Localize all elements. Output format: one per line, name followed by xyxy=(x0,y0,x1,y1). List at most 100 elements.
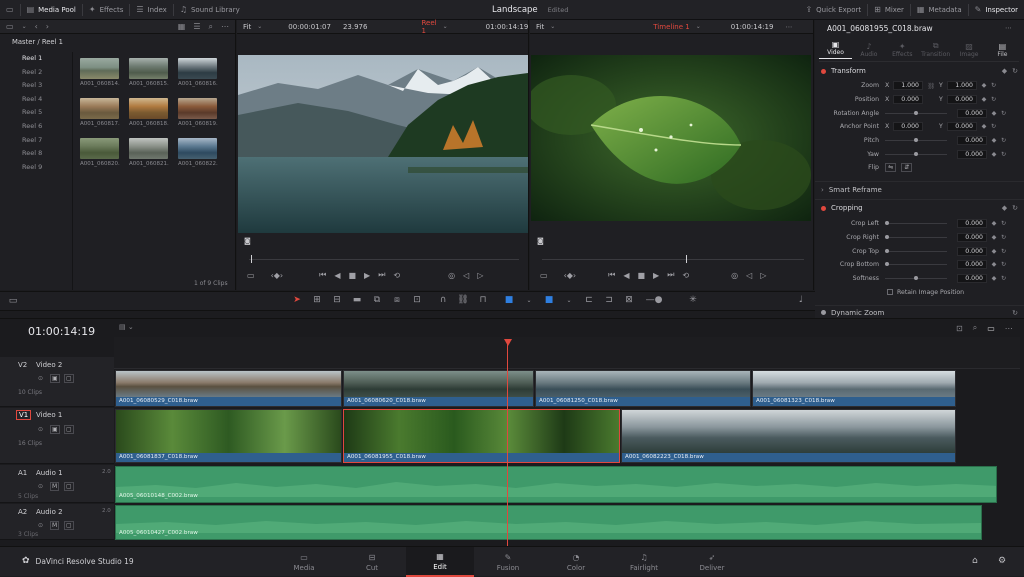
blade-tool-icon[interactable]: ▬ xyxy=(350,295,364,305)
last-frame-icon[interactable]: ⏭ xyxy=(378,270,385,280)
timeline-clip-selected[interactable]: A001_06081955_C018.braw xyxy=(343,409,620,463)
more-options-icon[interactable]: ⋯ xyxy=(1005,24,1012,32)
rotation-field[interactable]: 0.000 xyxy=(957,108,987,118)
mute-button[interactable]: M xyxy=(50,482,60,491)
clip-thumb[interactable]: A001_060820... xyxy=(80,138,120,167)
match-frame-icon[interactable]: ◎ xyxy=(448,271,455,280)
bin-item[interactable]: Reel 7 xyxy=(0,134,72,148)
more-options-icon[interactable]: ⋯ xyxy=(785,23,792,31)
reset-icon[interactable]: ↻ xyxy=(1001,275,1006,282)
zoom-detail-icon[interactable]: ⊐ xyxy=(602,295,616,305)
chevron-down-icon[interactable]: ⌄ xyxy=(257,23,262,30)
flip-horizontal-icon[interactable]: ⇋ xyxy=(885,163,897,173)
chevron-down-icon[interactable]: ⌄ xyxy=(696,23,701,30)
track-lock-icon[interactable]: ⊙ xyxy=(38,375,43,382)
timeline-video-frame[interactable] xyxy=(531,55,811,221)
keyframe-icon[interactable]: ◆ xyxy=(987,137,1001,144)
bin-item[interactable]: Reel 1 xyxy=(0,52,72,66)
diamond-icon[interactable]: ◆ xyxy=(1002,204,1007,212)
source-scrubber[interactable] xyxy=(249,259,519,260)
slider-track[interactable] xyxy=(885,221,947,226)
bin-item[interactable]: Reel 8 xyxy=(0,147,72,161)
page-tab-edit[interactable]: ▦ Edit xyxy=(406,547,474,577)
audio-meter-icon[interactable]: ♩ xyxy=(794,295,808,305)
tab-inspector[interactable]: ✎ Inspector xyxy=(969,0,1024,20)
clip-thumb[interactable]: A001_060822... xyxy=(178,138,218,167)
fit-timeline-icon[interactable]: ⊏ xyxy=(582,295,596,305)
page-tab-media[interactable]: ▭ Media xyxy=(270,547,338,577)
more-options-icon[interactable]: ⋯ xyxy=(1005,324,1013,333)
insert-clip-icon[interactable]: ⧉ xyxy=(370,295,384,305)
gear-icon[interactable]: ⚙ xyxy=(998,556,1006,566)
clip-thumb[interactable]: A001_060818... xyxy=(129,98,169,127)
zoom-custom-icon[interactable]: ⊠ xyxy=(622,295,636,305)
trim-tool-icon[interactable]: ⊞ xyxy=(310,295,324,305)
zoom-slider[interactable]: —● xyxy=(642,295,666,305)
chevron-down-icon[interactable]: ⌄ xyxy=(443,23,448,30)
bin-item[interactable]: Reel 2 xyxy=(0,66,72,80)
safe-area-icon[interactable]: ◙ xyxy=(244,237,251,245)
keyframe-icon[interactable]: ◆ xyxy=(987,110,1001,117)
slider-thumb[interactable] xyxy=(885,262,889,267)
crop-top-field[interactable]: 0.000 xyxy=(957,246,987,256)
tab-file[interactable]: ▤ File xyxy=(986,42,1019,58)
quick-export-button[interactable]: ⇪ Quick Export xyxy=(799,0,867,20)
keyframe-icon[interactable]: ◆ xyxy=(987,151,1001,158)
clip-thumb[interactable]: A001_060817... xyxy=(80,98,120,127)
tab-transition[interactable]: ⧉ Transition xyxy=(919,41,952,58)
position-y-field[interactable]: 0.000 xyxy=(947,95,977,105)
timeline-layout-icon[interactable]: ▭ xyxy=(987,324,995,333)
track-enable-icon[interactable]: ▢ xyxy=(64,374,74,383)
slider-thumb[interactable] xyxy=(914,138,918,143)
panel-toggle-button[interactable]: ▭ xyxy=(0,0,20,20)
keyframe-icon[interactable]: ◆ xyxy=(987,220,1001,227)
last-frame-icon[interactable]: ⏭ xyxy=(667,270,674,280)
mute-button[interactable]: M xyxy=(50,521,60,530)
viewer-mode-icon[interactable]: ▭ xyxy=(540,271,548,280)
snapping-icon[interactable]: ∩ xyxy=(436,295,450,305)
page-tab-fusion[interactable]: ✎ Fusion xyxy=(474,547,542,577)
slider-track[interactable] xyxy=(885,235,947,240)
loop-icon[interactable]: ⟲ xyxy=(682,271,689,280)
slider-track[interactable] xyxy=(885,248,947,253)
grid-view-icon[interactable]: ▦ xyxy=(178,22,186,31)
scrubber-playhead[interactable] xyxy=(686,255,687,263)
timeline-clip[interactable]: A001_06081323_C018.braw xyxy=(752,370,956,407)
reel-name[interactable]: Reel 1 xyxy=(421,19,436,35)
flag-icon[interactable]: ■ xyxy=(502,295,516,305)
tab-metadata[interactable]: ▦ Metadata xyxy=(911,0,968,20)
tab-index[interactable]: ☰ Index xyxy=(130,0,172,20)
track-lock-icon[interactable]: ⊙ xyxy=(38,426,43,433)
keyframe-icon[interactable]: ◆ xyxy=(977,82,991,89)
crop-right-field[interactable]: 0.000 xyxy=(957,233,987,243)
stop-icon[interactable]: ■ xyxy=(348,271,356,280)
dynamic-trim-icon[interactable]: ⊟ xyxy=(330,295,344,305)
yaw-field[interactable]: 0.000 xyxy=(957,149,987,159)
reset-icon[interactable]: ↻ xyxy=(1001,151,1006,158)
page-tab-color[interactable]: ◔ Color xyxy=(542,547,610,577)
playhead[interactable] xyxy=(507,339,508,547)
mark-in-icon[interactable]: ◁ xyxy=(463,271,469,280)
timeline-clip[interactable]: A001_06081250_C018.braw xyxy=(535,370,751,407)
sidebar-toggle-icon[interactable]: ▭ xyxy=(6,22,14,31)
match-frame-icon[interactable]: ◎ xyxy=(731,271,738,280)
reset-icon[interactable]: ↻ xyxy=(1001,248,1006,255)
reset-icon[interactable]: ↻ xyxy=(1012,309,1018,317)
anchor-y-field[interactable]: 0.000 xyxy=(947,122,977,132)
dynamic-zoom-section-header[interactable]: Dynamic Zoom ↻ xyxy=(821,307,1018,318)
tab-image[interactable]: ▨ Image xyxy=(953,42,986,58)
retain-position-checkbox[interactable] xyxy=(887,289,893,296)
enable-indicator-icon[interactable] xyxy=(821,310,826,315)
softness-field[interactable]: 0.000 xyxy=(957,274,987,284)
tab-mixer[interactable]: ⊞ Mixer xyxy=(868,0,910,20)
audio-clip[interactable]: A005_06010427_C002.braw xyxy=(115,505,982,540)
marker-icon[interactable]: ■ xyxy=(542,295,556,305)
keyframe-icon[interactable]: ◆ xyxy=(987,275,1001,282)
bin-item[interactable]: Reel 9 xyxy=(0,161,72,175)
chevron-down-icon[interactable]: ⌄ xyxy=(562,297,576,304)
clip-thumb[interactable]: A001_060819... xyxy=(178,98,218,127)
jog-icon[interactable]: ‹◆› xyxy=(564,271,577,280)
timeline-ruler[interactable] xyxy=(114,337,1020,369)
linked-selection-icon[interactable]: ⛓ xyxy=(456,295,470,305)
slider-thumb[interactable] xyxy=(914,276,918,281)
